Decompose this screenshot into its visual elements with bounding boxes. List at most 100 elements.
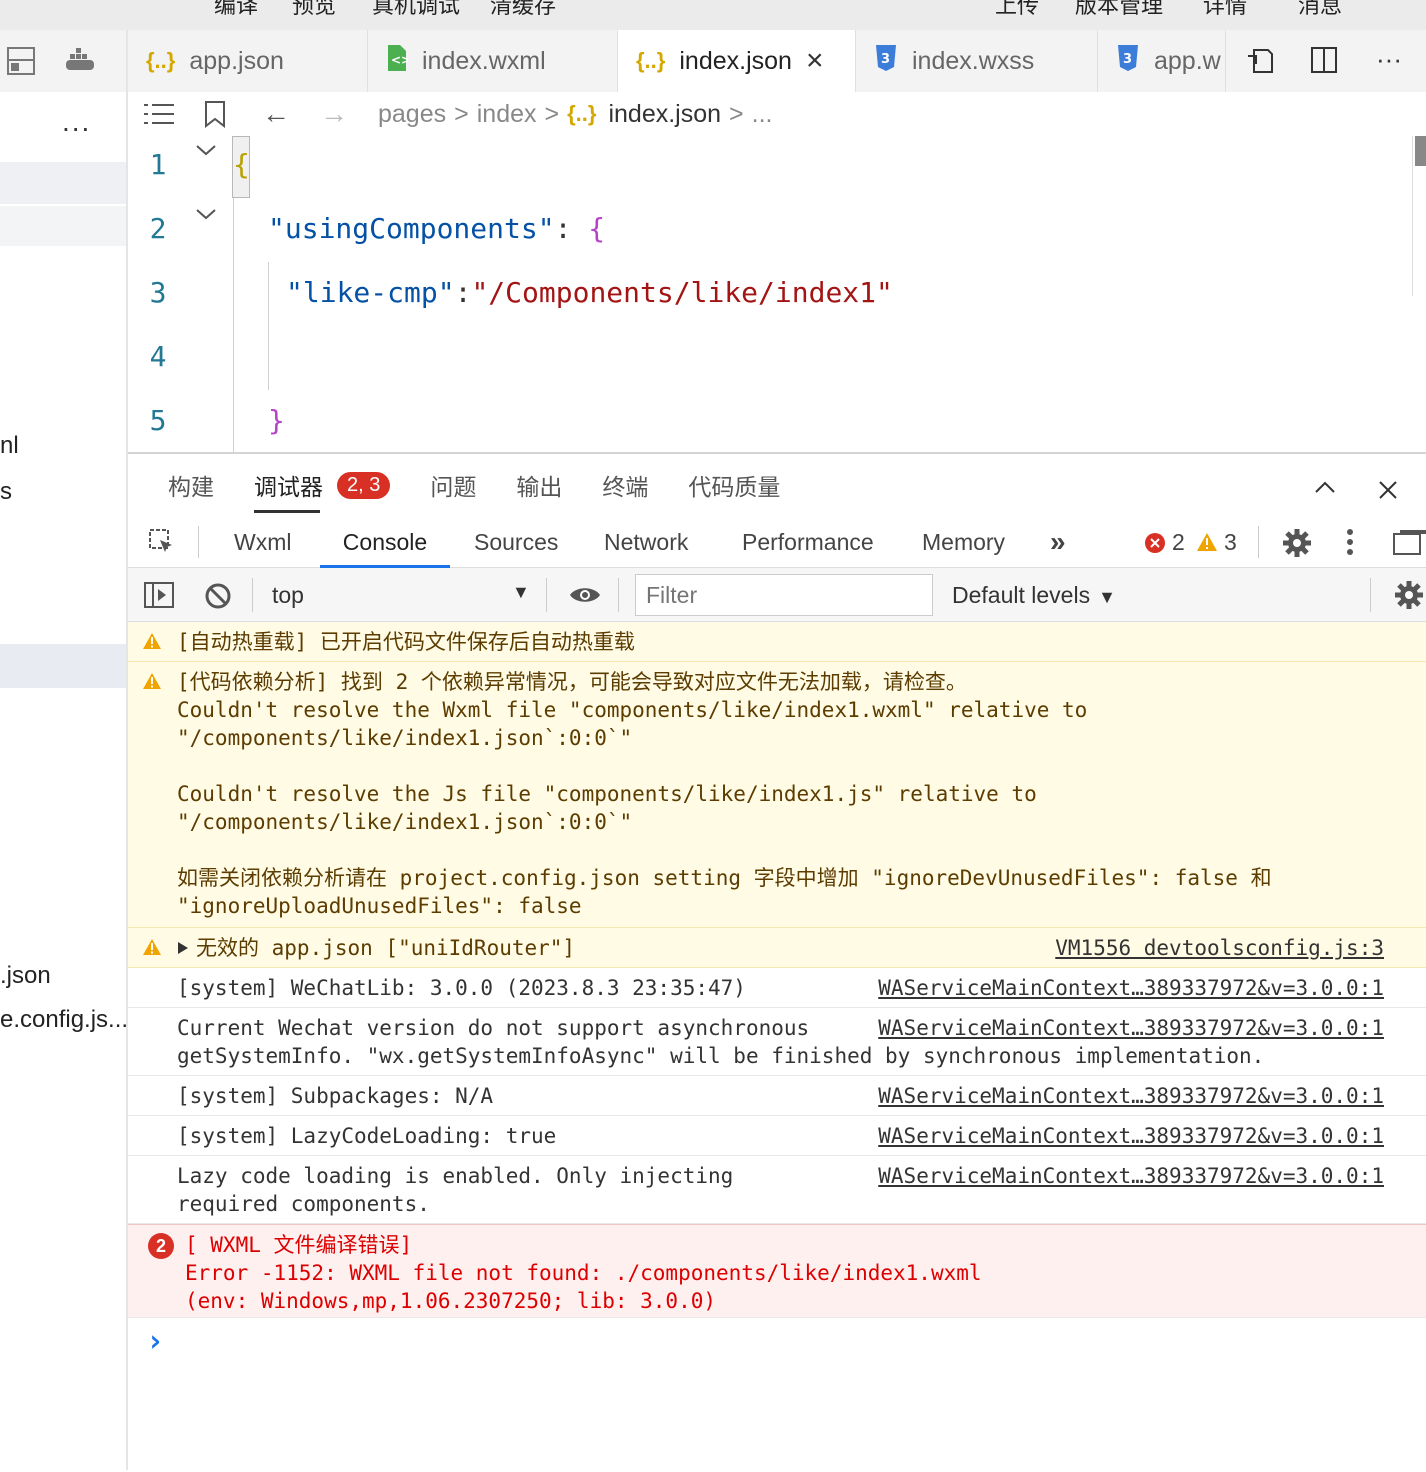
layout-icon[interactable]: [6, 46, 36, 76]
console-toolbar: top ▼ Default levels ▼: [128, 568, 1426, 622]
context-select[interactable]: top: [272, 582, 304, 609]
breadcrumb-item[interactable]: index: [477, 100, 537, 129]
panel-tab-code-quality[interactable]: 代码质量: [688, 454, 780, 516]
fold-chevron-icon[interactable]: [194, 206, 218, 222]
settings-gear-icon[interactable]: [1282, 528, 1312, 558]
source-link[interactable]: WAServiceMainContext…389337972&v=3.0.0:1: [878, 1162, 1384, 1190]
error-count[interactable]: 2: [1172, 516, 1185, 568]
sidebar-file-item[interactable]: nl: [0, 432, 19, 460]
tab-label: index.json: [679, 46, 792, 75]
code-editor[interactable]: 1 2 3 4 5 { "usingComponents": { "like-c…: [128, 136, 1426, 452]
devtools-tab-console[interactable]: Console: [320, 516, 450, 568]
console-log-row[interactable]: Current Wechat version do not support as…: [128, 1008, 1426, 1076]
console-log-row[interactable]: Lazy code loading is enabled. Only injec…: [128, 1156, 1426, 1224]
console-message: [system] LazyCodeLoading: true: [177, 1124, 557, 1148]
wxml-file-icon: <>: [386, 45, 411, 77]
menu-compile[interactable]: 编译: [214, 0, 258, 20]
sidebar-file-item[interactable]: s: [0, 478, 12, 506]
panel-tab-build[interactable]: 构建: [168, 454, 214, 516]
sidebar-row-selected[interactable]: [0, 644, 126, 688]
expand-triangle-icon[interactable]: [178, 942, 188, 954]
filter-input[interactable]: [635, 574, 933, 616]
tab-index-wxss[interactable]: 3 index.wxss: [856, 30, 1098, 92]
fold-chevron-icon[interactable]: [194, 142, 218, 158]
console-settings-gear-icon[interactable]: [1394, 580, 1424, 610]
panel-tab-problems[interactable]: 问题: [430, 454, 476, 516]
devtools-tab-performance[interactable]: Performance: [742, 516, 874, 568]
console-log-row[interactable]: [system] Subpackages: N/A WAServiceMainC…: [128, 1076, 1426, 1116]
warning-icon: [143, 673, 161, 689]
css-file-icon: 3: [1116, 45, 1140, 77]
sidebar-row[interactable]: [0, 162, 126, 204]
console-error-row[interactable]: 2 [ WXML 文件编译错误] Error -1152: WXML file …: [128, 1224, 1426, 1318]
line-number: 5: [149, 404, 167, 437]
close-icon[interactable]: ×: [806, 44, 824, 78]
console-prompt[interactable]: ›: [146, 1324, 164, 1359]
close-panel-icon[interactable]: [1378, 480, 1398, 500]
undock-icon[interactable]: [1392, 528, 1426, 556]
menu-preview[interactable]: 预览: [292, 0, 336, 20]
code-token-key: "like-cmp": [286, 276, 455, 309]
more-actions-icon[interactable]: ···: [1376, 44, 1402, 75]
breadcrumb-item[interactable]: index.json: [608, 100, 721, 129]
source-link[interactable]: VM1556 devtoolsconfig.js:3: [1055, 934, 1384, 962]
tab-index-wxml[interactable]: <> index.wxml: [368, 30, 618, 92]
tab-app-wxss[interactable]: 3 app.w: [1098, 30, 1226, 92]
devtools-tab-sources[interactable]: Sources: [474, 516, 558, 568]
sidebar-toggle-icon[interactable]: [144, 582, 174, 608]
chevron-down-icon[interactable]: ▼: [512, 582, 530, 603]
divider: [252, 578, 253, 612]
sidebar-row[interactable]: [0, 206, 126, 246]
forward-arrow-icon[interactable]: →: [320, 98, 348, 130]
top-menu-bar: 编译 预览 真机调试 清缓存 上传 版本管理 详情 消息: [0, 0, 1426, 30]
tab-app-json[interactable]: {..} app.json: [128, 30, 368, 92]
breadcrumb-item[interactable]: pages: [378, 100, 446, 129]
source-link[interactable]: WAServiceMainContext…389337972&v=3.0.0:1: [878, 1082, 1384, 1110]
menu-upload[interactable]: 上传: [995, 0, 1039, 20]
devtools-tab-memory[interactable]: Memory: [922, 516, 1005, 568]
console-warning-row[interactable]: 无效的 app.json ["uniIdRouter"] VM1556 devt…: [128, 928, 1426, 968]
code-line-3: "like-cmp":"/Components/like/index1": [286, 276, 893, 309]
devtools-tab-network[interactable]: Network: [604, 516, 688, 568]
tab-label: app.w: [1154, 46, 1221, 75]
back-arrow-icon[interactable]: ←: [262, 98, 290, 130]
sidebar-file-item[interactable]: .json: [0, 962, 51, 990]
editor-scrollbar[interactable]: [1412, 136, 1426, 296]
element-picker-icon[interactable]: [148, 528, 176, 556]
bookmark-icon[interactable]: [204, 100, 226, 128]
panel-tab-output[interactable]: 输出: [516, 454, 562, 516]
panel-tab-debugger[interactable]: 调试器 2, 3: [254, 454, 391, 516]
json-file-icon: {..}: [636, 48, 666, 73]
console-log-row[interactable]: [system] WeChatLib: 3.0.0 (2023.8.3 23:3…: [128, 968, 1426, 1008]
chevron-up-icon[interactable]: [1314, 480, 1336, 494]
menu-version[interactable]: 版本管理: [1075, 0, 1163, 20]
console-warning-row[interactable]: [代码依赖分析] 找到 2 个依赖异常情况，可能会导致对应文件无法加载，请检查。…: [128, 662, 1426, 928]
more-tabs-icon[interactable]: »: [1050, 516, 1066, 568]
source-link[interactable]: WAServiceMainContext…389337972&v=3.0.0:1: [878, 1122, 1384, 1150]
sidebar-more-button[interactable]: ...: [62, 106, 91, 138]
clear-console-icon[interactable]: [204, 582, 232, 610]
docker-icon[interactable]: [64, 48, 98, 74]
sidebar-file-item[interactable]: e.config.js...: [0, 1006, 126, 1034]
tab-index-json[interactable]: {..} index.json ×: [618, 30, 856, 92]
kebab-menu-icon[interactable]: [1346, 528, 1354, 556]
outline-icon[interactable]: [144, 102, 174, 126]
source-link[interactable]: WAServiceMainContext…389337972&v=3.0.0:1: [878, 974, 1384, 1002]
menu-device-debug[interactable]: 真机调试: [372, 0, 460, 20]
log-levels-select[interactable]: Default levels ▼: [952, 582, 1116, 609]
split-editor-icon[interactable]: [1310, 46, 1338, 74]
source-link[interactable]: WAServiceMainContext…389337972&v=3.0.0:1: [878, 1014, 1384, 1042]
panel-tab-terminal[interactable]: 终端: [602, 454, 648, 516]
console-log-row[interactable]: [system] LazyCodeLoading: true WAService…: [128, 1116, 1426, 1156]
menu-messages[interactable]: 消息: [1298, 0, 1342, 20]
eye-icon[interactable]: [568, 584, 602, 606]
open-changes-icon[interactable]: [1246, 46, 1276, 76]
devtools-tab-wxml[interactable]: Wxml: [234, 516, 291, 568]
console-warning-row[interactable]: [自动热重载] 已开启代码文件保存后自动热重载: [128, 622, 1426, 662]
breadcrumb-item[interactable]: ...: [752, 100, 773, 129]
menu-clear-cache[interactable]: 清缓存: [490, 0, 556, 20]
scroll-thumb[interactable]: [1415, 136, 1426, 166]
warning-count[interactable]: 3: [1224, 516, 1237, 568]
line-number: 3: [149, 276, 167, 309]
menu-details[interactable]: 详情: [1203, 0, 1247, 20]
